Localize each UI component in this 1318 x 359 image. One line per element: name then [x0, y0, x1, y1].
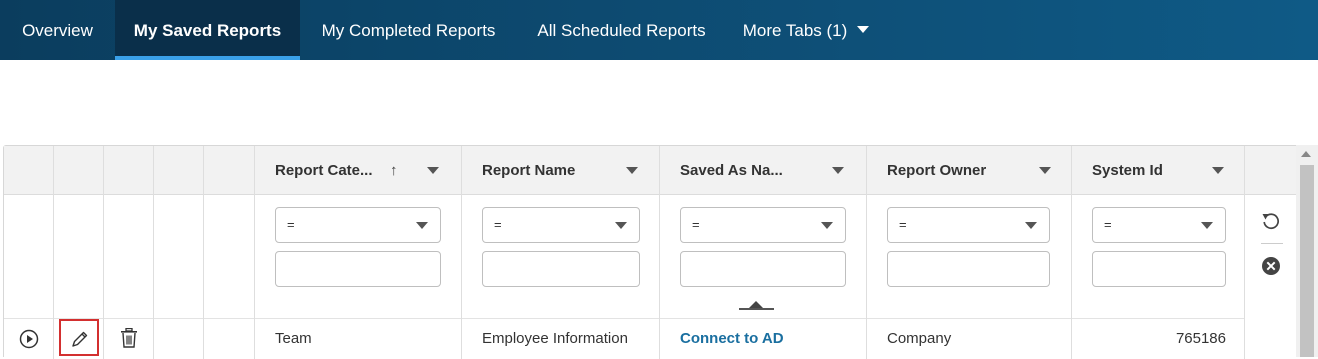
chevron-down-icon — [615, 222, 627, 229]
sort-ascending-icon[interactable]: ↑ — [390, 146, 398, 195]
cell-report-category: Team — [275, 330, 312, 347]
chevron-down-icon — [857, 26, 870, 33]
filter-operator-value: = — [692, 217, 700, 232]
cell-report-owner: Company — [887, 330, 952, 347]
tab-overview[interactable]: Overview — [0, 0, 115, 60]
filter-row: = = = = = — [4, 195, 1244, 319]
chevron-down-icon — [1025, 222, 1037, 229]
filter-operator-system-id[interactable]: = — [1092, 207, 1226, 243]
filter-operator-report-category[interactable]: = — [275, 207, 441, 243]
scrollbar-thumb[interactable] — [1300, 165, 1314, 357]
column-menu-icon[interactable] — [1039, 167, 1051, 174]
chevron-down-icon — [821, 222, 833, 229]
pencil-icon[interactable] — [70, 329, 90, 349]
column-divider — [203, 146, 204, 359]
grid-header: Report Cate... ↑ Report Name Saved As Na… — [4, 146, 1244, 195]
tab-bar: Overview My Saved Reports My Completed R… — [0, 0, 1318, 60]
vertical-scrollbar[interactable] — [1296, 145, 1318, 357]
collapse-filters-bar — [739, 308, 774, 310]
column-label: Report Owner — [887, 162, 987, 179]
reset-icon[interactable] — [1261, 211, 1281, 231]
filter-operator-value: = — [1104, 217, 1112, 232]
column-header-report-category[interactable]: Report Cate... ↑ — [275, 146, 461, 195]
column-menu-icon[interactable] — [832, 167, 844, 174]
cell-system-id: 765186 — [1175, 330, 1226, 347]
table-row[interactable]: Team Employee Information Connect to AD … — [4, 319, 1244, 359]
column-divider — [866, 146, 867, 359]
cell-report-name: Employee Information — [482, 330, 628, 347]
cell-saved-as-name-link[interactable]: Connect to AD — [680, 319, 784, 359]
column-label: System Id — [1092, 162, 1163, 179]
tab-label: My Saved Reports — [133, 21, 282, 40]
trash-icon[interactable] — [120, 328, 138, 348]
tab-all-scheduled-reports[interactable]: All Scheduled Reports — [517, 0, 726, 60]
chevron-down-icon — [1201, 222, 1213, 229]
filter-input-report-name[interactable] — [482, 251, 640, 287]
scroll-up-icon[interactable] — [1301, 151, 1311, 157]
column-divider — [153, 146, 154, 359]
filter-input-report-owner[interactable] — [887, 251, 1050, 287]
column-divider — [1071, 146, 1072, 359]
saved-reports-grid: Report Cate... ↑ Report Name Saved As Na… — [3, 145, 1297, 359]
play-icon[interactable] — [19, 329, 39, 349]
column-label: Saved As Na... — [680, 162, 783, 179]
column-divider — [254, 146, 255, 359]
column-header-report-name[interactable]: Report Name — [482, 146, 658, 195]
filter-tools-panel — [1245, 146, 1297, 359]
filter-operator-value: = — [494, 217, 502, 232]
column-menu-icon[interactable] — [427, 167, 439, 174]
column-menu-icon[interactable] — [1212, 167, 1224, 174]
tab-label: Overview — [22, 21, 93, 40]
filter-input-saved-as-name[interactable] — [680, 251, 846, 287]
filter-input-system-id[interactable] — [1092, 251, 1226, 287]
column-label: Report Cate... — [275, 162, 373, 179]
tools-divider — [1261, 243, 1283, 244]
edit-button-highlight[interactable] — [59, 319, 99, 356]
column-header-report-owner[interactable]: Report Owner — [887, 146, 1067, 195]
filter-input-report-category[interactable] — [275, 251, 441, 287]
column-divider — [53, 146, 54, 359]
filter-operator-value: = — [287, 217, 295, 232]
tab-more-tabs[interactable]: More Tabs (1) — [726, 0, 886, 60]
collapse-filters-icon[interactable] — [749, 301, 763, 308]
filter-operator-report-owner[interactable]: = — [887, 207, 1050, 243]
filter-tools-header — [1245, 146, 1297, 195]
chevron-down-icon — [416, 222, 428, 229]
clear-icon[interactable] — [1261, 256, 1281, 276]
tab-label: My Completed Reports — [321, 21, 496, 40]
column-header-system-id[interactable]: System Id — [1092, 146, 1242, 195]
column-label: Report Name — [482, 162, 576, 179]
filter-operator-report-name[interactable]: = — [482, 207, 640, 243]
tab-label: All Scheduled Reports — [537, 21, 706, 40]
column-divider — [103, 146, 104, 359]
tab-my-saved-reports[interactable]: My Saved Reports — [115, 0, 300, 60]
tab-label: More Tabs (1) — [742, 21, 848, 40]
tab-my-completed-reports[interactable]: My Completed Reports — [300, 0, 517, 60]
column-header-saved-as-name[interactable]: Saved As Na... — [680, 146, 866, 195]
filter-operator-value: = — [899, 217, 907, 232]
filter-operator-saved-as-name[interactable]: = — [680, 207, 846, 243]
column-divider — [659, 146, 660, 359]
column-divider — [461, 146, 462, 359]
column-menu-icon[interactable] — [626, 167, 638, 174]
